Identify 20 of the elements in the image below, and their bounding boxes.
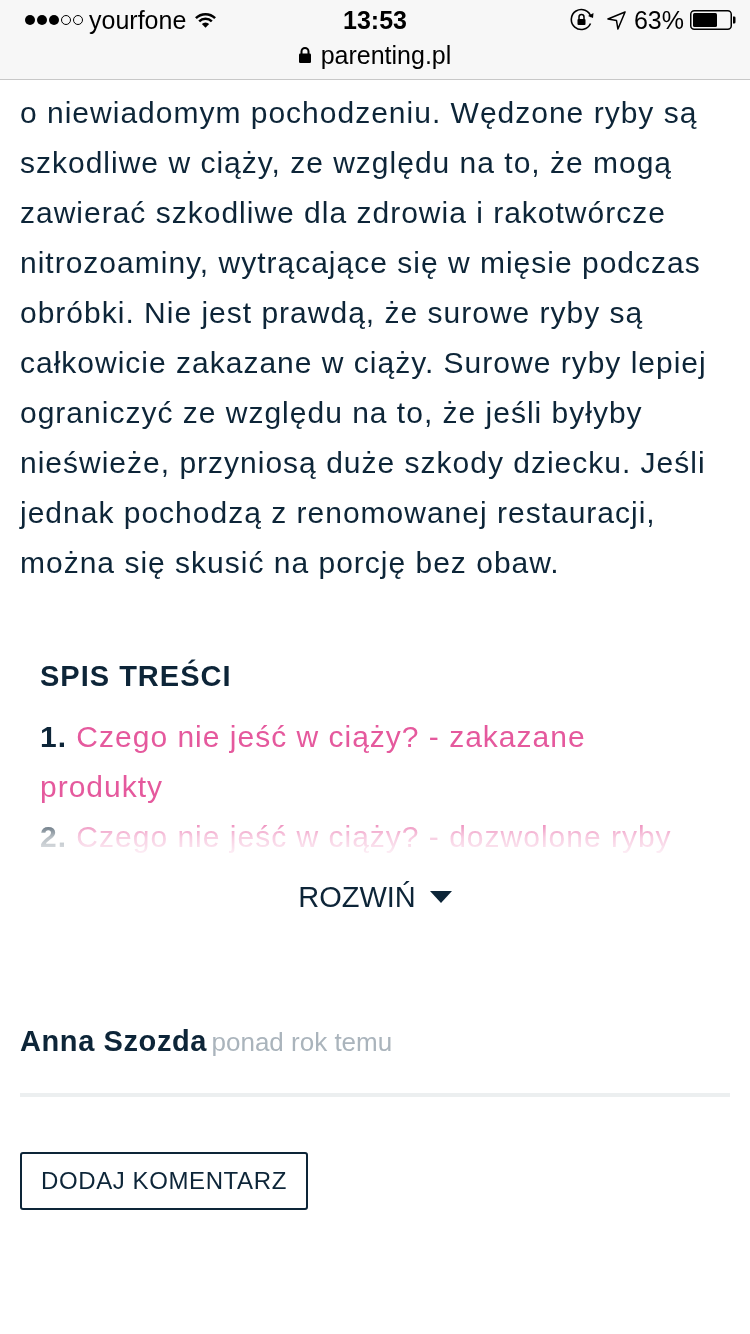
expand-toggle[interactable]: ROZWIŃ [298, 877, 452, 917]
lock-icon [298, 47, 311, 63]
page-url[interactable]: parenting.pl [320, 40, 452, 70]
clock-time: 13:53 [342, 5, 408, 35]
rotation-lock-icon [568, 8, 595, 32]
wifi-icon [194, 11, 218, 29]
signal-icon [24, 14, 84, 26]
carrier-name: yourfone [89, 5, 187, 35]
battery-percent: 63% [633, 5, 684, 35]
post-date: ponad rok temu [211, 1027, 393, 1057]
add-comment-button[interactable]: DODAJ KOMENTARZ [20, 1152, 308, 1210]
location-arrow-icon [606, 10, 626, 30]
caret-icon [429, 891, 452, 903]
article-paragraph: o niewiadomym pochodzeniu. Wędzone ryby są szkodliwe w ciąży, ze względu na to, że mogą zawierać szkodliwe dla zdrowia i rakotwórcze nitrozoaminy, wytrącające się w mięsie podczas obróbki. Nie jest prawdą, że surowe ryby są całkowicie zakazane w ciąży. Surowe ryby lepiej ograniczyć ze względu na to, że jeśli byłyby nieświeże, przyniosą duże szkody dziecku. Jeśli jednak pochodzą z renomowanej restauracji, można się skusić na porcję bez obaw. [20, 95, 708, 581]
toc-link[interactable]: 1. Czego nie jeść w ciąży? - zakazane produkty [40, 712, 710, 812]
toc-heading: SPIS TREŚCI [40, 658, 233, 694]
battery-icon [690, 10, 736, 30]
author-name[interactable]: Anna Szozda [20, 1025, 208, 1057]
item-number: 2. [40, 820, 68, 853]
item-number: 1. [40, 720, 68, 753]
